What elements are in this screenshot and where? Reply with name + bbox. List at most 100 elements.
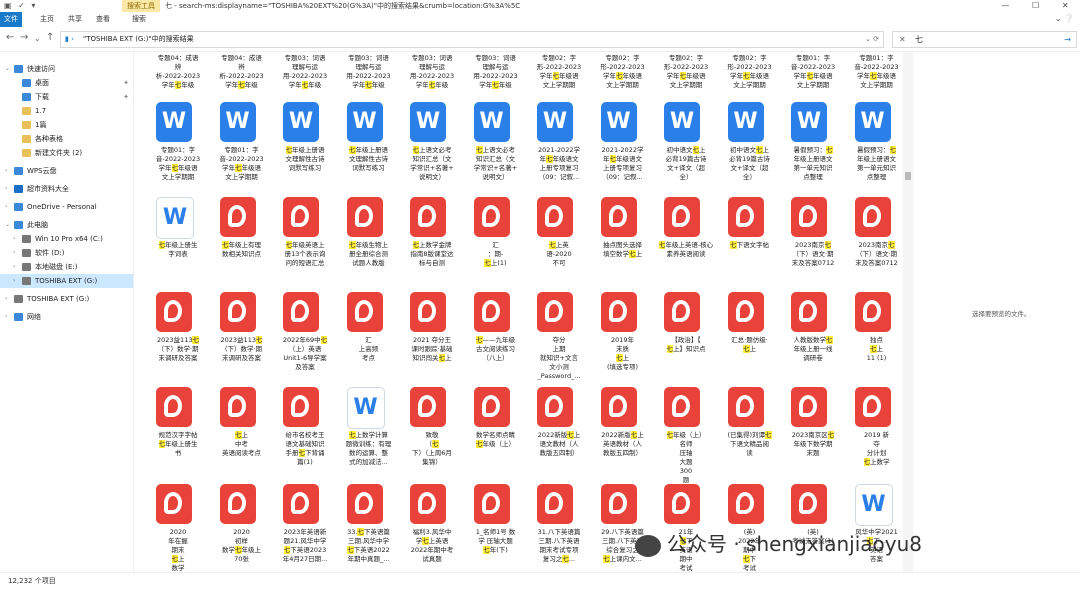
expand-chevron-icon[interactable]: › [13,274,15,288]
file-item[interactable]: W 专题01：字 音-2022-2023 学年七年级语 文上学期期 [148,102,208,197]
file-item[interactable]: 2020 初样 数学七年级上 70张 [212,484,272,572]
sidebar-item[interactable]: ⌄ 快速访问 [0,62,133,76]
file-item[interactable]: W 七上语文必考 知识汇总（文 学常识+名著+ 说明文） [402,102,462,197]
expand-chevron-icon[interactable]: › [13,232,15,246]
file-item[interactable]: 七年级上有理 数相关知识点 [212,197,272,292]
file-item[interactable]: 七年级生物上 册全册综合测 试题人教版 [339,197,399,292]
file-item[interactable]: 七——九年级 古文阅读练习 （八上） [466,292,526,387]
file-item[interactable]: 2019年 末质 七上 (填选专项) [593,292,653,387]
file-item[interactable]: 2021 夺分王 课时跟踪·基础 知识闯关七上 [402,292,462,387]
file-item[interactable]: W 暑假预习：七 年级上册语文 第一单元知识 点整理 [783,102,843,197]
vertical-scrollbar[interactable] [903,52,913,572]
file-item[interactable]: W 七年级上册语 文理解性古诗 词默写练习 [339,102,399,197]
file-item[interactable]: 2023南京七 （下）语文·期 末及答案0712 [847,197,901,292]
expand-chevron-icon[interactable]: › [5,182,7,196]
tab-view[interactable]: 查看 [90,12,116,27]
close-button[interactable]: ✕ [1062,0,1069,12]
file-item[interactable]: W 暑假预习：七 年级上册语文 第一单元知识 点整理 [847,102,901,197]
file-item[interactable]: 2023益113七 （下）数学·期 末调研及答案 [212,292,272,387]
file-item[interactable]: 33.七下英语篇 三期.风华中学 七下英语2022 年期中真题_... [339,484,399,572]
file-item[interactable]: W 七上数学计算 题微训练：有理 数的运算、整 式的加减法... [339,387,399,482]
sidebar-item[interactable]: 各种表格 [0,132,133,146]
sidebar-item[interactable]: 桌面 ✦ [0,76,133,90]
expand-chevron-icon[interactable]: › [5,200,7,214]
expand-chevron-icon[interactable]: › [5,292,7,306]
tab-home[interactable]: 主页 [34,12,60,27]
back-button[interactable]: ← [6,32,14,43]
sidebar-item[interactable]: › TOSHIBA EXT (G:) [0,292,133,306]
expand-chevron-icon[interactable]: › [13,260,15,274]
file-item[interactable]: 2023益113七 （下）数学·期 末调研及答案 [148,292,208,387]
file-item[interactable]: 2019 新夺分计划 七上数学 [847,387,901,482]
file-item[interactable]: W 七上语文必考 知识汇总（文 学常识+名著+ 说明文） [466,102,526,197]
expand-chevron-icon[interactable]: ⌄ [5,218,10,232]
file-item[interactable]: 2022新版七上 语文教材（人 教版五四制） [529,387,589,482]
search-input[interactable]: 七 [915,32,923,47]
sidebar-item[interactable]: › 网络 [0,310,133,324]
sidebar-item[interactable]: › 本地磁盘 (E:) [0,260,133,274]
sidebar-item[interactable]: ⌄ 此电脑 [0,218,133,232]
file-item[interactable]: 数学名师点睛 七年级（上） [466,387,526,482]
file-item[interactable]: 【政治】【 七上】知识点 [656,292,716,387]
file-item[interactable]: 2022年69中七 （上）英语 Unit1-6导学案 及答案 [275,292,335,387]
up-button[interactable]: ↑ [46,32,54,43]
sidebar-item[interactable]: › WPS云盘 [0,164,133,178]
file-item[interactable]: 致敬 （七 下）（上周6月 集锦） [402,387,462,482]
file-item[interactable]: 七上数学金牌 指南8版课堂达 标与自测 [402,197,462,292]
expand-chevron-icon[interactable]: › [5,310,7,324]
file-item[interactable]: 七年级英语上 册13个表示询 问的短语汇总 [275,197,335,292]
file-item[interactable]: 独点 七上 11 (1) [847,292,901,387]
file-item[interactable]: 2023南京区七 年级下数学期 末题 [783,387,843,482]
sidebar-item[interactable]: › 软件 (D:) [0,246,133,260]
forward-button[interactable]: → [20,32,28,43]
file-item[interactable]: 人教版数学七 年级上册一线 调研卷 [783,292,843,387]
tab-file[interactable]: 文件 [0,12,22,27]
sidebar-item[interactable]: › Win 10 Pro x64 (C:) [0,232,133,246]
file-item[interactable]: 福利3.风华中 学七上英语 2022年期中考 试真题 [402,484,462,572]
sidebar-item[interactable]: 1.7 [0,104,133,118]
sidebar-item[interactable]: 下载 ✦ [0,90,133,104]
clear-search-icon[interactable]: ✕ [899,32,906,47]
file-item[interactable]: 2022新版七上 英语教材（人 教版五四制） [593,387,653,482]
file-item[interactable]: 抽点图头选择 填空数学七上 [593,197,653,292]
file-item[interactable]: 2020 年在握 期末 七上 数学 [148,484,208,572]
sidebar-item[interactable]: 1篇 [0,118,133,132]
expand-chevron-icon[interactable]: ⌄ [5,62,10,76]
expand-chevron-icon[interactable]: › [5,164,7,178]
file-item[interactable]: W 专题01：字 音-2022-2023 学年七年级语 文上学期期 [212,102,272,197]
file-item[interactable]: 31.八下英语篇 三期.八下英语 期末考试专项 复习之七... [529,484,589,572]
recent-locations-icon[interactable]: ⌄ [34,34,41,43]
file-item[interactable]: W 初中语文七上 必背19篇古诗 文+译文（超 全） [720,102,780,197]
sidebar-item[interactable]: › OneDrive - Personal [0,200,133,214]
file-item[interactable]: W 2021-2022学 年七年级语文 上册专项复习 （09：记叙... [529,102,589,197]
maximize-button[interactable]: ☐ [1032,0,1039,12]
file-item[interactable]: W 七年级上册语 文理解性古诗 词默写练习 [275,102,335,197]
minimize-button[interactable]: — [1001,0,1009,12]
file-item[interactable]: 七年级（上） 名师 压轴 大题 300 题 [656,387,716,484]
file-item[interactable]: 2023南京七 （下）语文·期 末及答案0712 [783,197,843,292]
file-item[interactable]: 汇上高频 考点 [339,292,399,387]
search-box[interactable]: ✕ 七 → [892,31,1077,48]
file-item[interactable]: W 2021-2022学 年七年级语文 上册专项复习 （09：记叙... [593,102,653,197]
ribbon-expand-icon[interactable]: ⌄ ❔ [1055,14,1074,23]
file-item[interactable]: 夺分 上期 就知识+文言 文小测 _Password_... [529,292,589,387]
file-item[interactable]: 给市名校考王 语文基础知识 手册七下背诵 篇(1) [275,387,335,482]
file-item[interactable]: 汇总·题仿级· 七上 [720,292,780,387]
scrollbar-thumb[interactable] [905,172,911,180]
sidebar-item[interactable]: 新建文件夹 (2) [0,146,133,160]
file-item[interactable]: 汇：期- 七上(1) [466,197,526,292]
file-item[interactable]: (已集得)刘谭七 下语文精品阅读 [720,387,780,482]
refresh-icon[interactable]: ⌄ ⟳ [865,32,879,47]
address-path-box[interactable]: ▮ › "TOSHIBA EXT (G:)"中的搜索结果 ⌄ ⟳ [60,31,884,48]
file-item[interactable]: 规范汉字字帖 七年级上册生书 [148,387,208,482]
tab-search[interactable]: 搜索 [126,12,152,27]
file-item[interactable]: 七上英 语-2020 不可 [529,197,589,292]
file-item[interactable]: 1_名师1号 数学 压轴大题 七年(下) [466,484,526,572]
quick-access-toolbar[interactable]: ▣ ✓ ▾ [4,1,37,10]
tab-share[interactable]: 共享 [62,12,88,27]
search-go-icon[interactable]: → [1064,32,1071,47]
file-item[interactable]: 七年级上英语-核心 素养英语阅读 [656,197,716,292]
file-item[interactable]: W 七年级上册生 字词表 [148,197,208,292]
expand-chevron-icon[interactable]: › [13,246,15,260]
file-item[interactable]: 2023年英语新 题21.风华中学 七下英语2023 年4月27日期... [275,484,335,572]
